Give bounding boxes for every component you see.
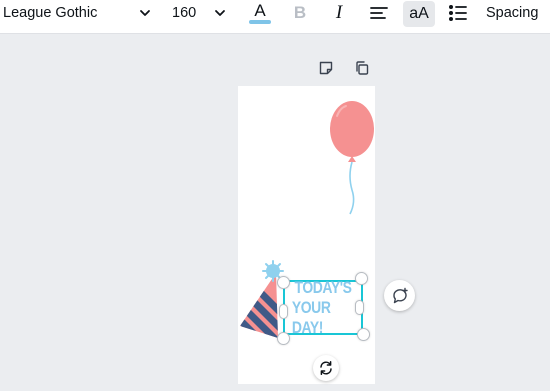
- text-toolbar: League Gothic 160 A B I aA Spacing: [0, 0, 550, 34]
- list-button[interactable]: [446, 0, 470, 26]
- bulleted-list-icon: [449, 5, 467, 21]
- headline-line-1: TODAY'S: [294, 277, 352, 297]
- selected-text-element[interactable]: TODAY'S YOUR DAY!: [283, 277, 363, 337]
- resize-handle-top-right[interactable]: [355, 272, 368, 285]
- text-color-letter: A: [254, 1, 266, 20]
- align-left-icon: [370, 7, 388, 19]
- text-color-swatch: [249, 20, 271, 24]
- align-left-button[interactable]: [367, 0, 391, 26]
- font-family-dropdown[interactable]: League Gothic: [3, 0, 123, 26]
- rotate-icon: [320, 361, 332, 375]
- note-icon[interactable]: [317, 59, 335, 77]
- add-comment-icon: [392, 287, 408, 303]
- design-page[interactable]: [238, 86, 375, 384]
- balloon-graphic: [330, 101, 374, 215]
- font-size-input[interactable]: 160: [172, 0, 206, 26]
- bold-button[interactable]: B: [289, 0, 311, 26]
- design-artwork: [240, 101, 374, 338]
- resize-handle-bottom-right[interactable]: [357, 328, 370, 341]
- duplicate-page-icon[interactable]: [353, 59, 371, 77]
- chevron-down-icon[interactable]: [135, 0, 155, 26]
- spacing-button[interactable]: Spacing: [486, 0, 550, 26]
- text-color-button[interactable]: A: [247, 0, 273, 26]
- add-comment-button[interactable]: [384, 280, 415, 311]
- chevron-down-icon[interactable]: [210, 0, 230, 26]
- letter-case-button[interactable]: aA: [403, 1, 435, 27]
- resize-handle-right[interactable]: [355, 300, 364, 315]
- italic-button[interactable]: I: [328, 0, 350, 26]
- rotate-button[interactable]: [313, 355, 339, 381]
- headline-line-2: YOUR DAY!: [291, 297, 331, 337]
- resize-handle-top-left[interactable]: [277, 276, 290, 289]
- resize-handle-bottom-left[interactable]: [277, 332, 290, 345]
- resize-handle-left[interactable]: [279, 304, 288, 319]
